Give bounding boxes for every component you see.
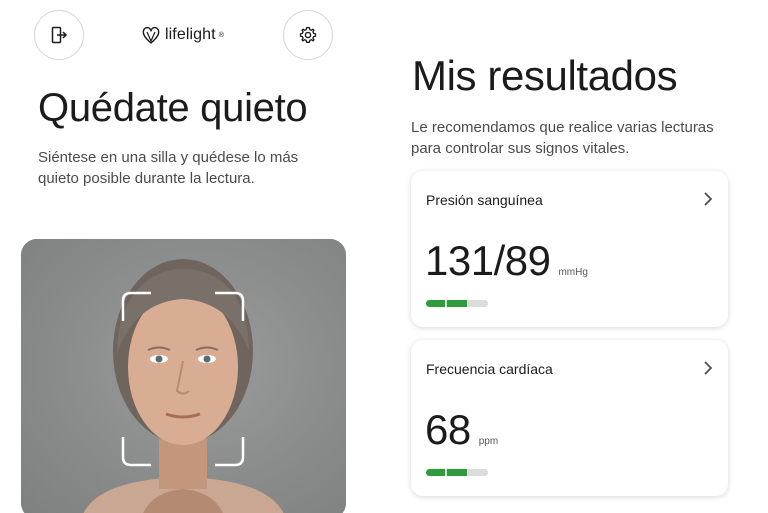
card-label: Frecuencia cardíaca: [426, 361, 553, 377]
results-description: Le recomendamos que realice varias lectu…: [411, 119, 714, 157]
card-label: Presión sanguínea: [426, 192, 543, 208]
face-alignment-frame: [121, 291, 245, 467]
level-segment: [426, 300, 446, 307]
reading: 131/89 mmHg: [425, 237, 588, 285]
gear-icon: [299, 26, 317, 43]
camera-preview: [21, 239, 346, 513]
chevron-right-icon: [704, 361, 713, 375]
brand-name: lifelight: [165, 26, 216, 43]
settings-button[interactable]: [283, 10, 333, 60]
results-screen: Mis resultados Le recomendamos que reali…: [394, 0, 768, 513]
level-segment: [447, 300, 467, 307]
level-indicator: [426, 469, 488, 476]
instructions-text: Siéntese en una silla y quédese lo más q…: [38, 149, 299, 187]
level-segment: [426, 469, 446, 476]
level-indicator: [426, 300, 488, 307]
reading-unit: mmHg: [558, 267, 588, 278]
page-title: Quédate quieto: [38, 86, 308, 130]
level-segment: [447, 469, 467, 476]
level-segment: [468, 469, 488, 476]
chevron-right-icon: [704, 192, 713, 206]
registered-mark: ®: [218, 31, 224, 39]
blood-pressure-card[interactable]: Presión sanguínea 131/89 mmHg: [411, 171, 728, 327]
camera-screen: lifelight ® Quédate quieto Siéntese en un…: [0, 0, 372, 513]
heart-rate-card[interactable]: Frecuencia cardíaca 68 ppm: [411, 340, 728, 496]
reading-value: 68: [425, 406, 471, 453]
exit-button[interactable]: [34, 10, 84, 60]
lifelight-logo: lifelight ®: [140, 22, 224, 48]
reading-unit: ppm: [478, 436, 499, 447]
level-segment: [468, 300, 488, 307]
exit-door-icon: [51, 26, 68, 44]
reading: 68 ppm: [425, 406, 498, 454]
lifelight-heart-icon: [142, 26, 160, 44]
reading-value: 131/89: [425, 237, 551, 284]
results-title: Mis resultados: [412, 52, 678, 99]
